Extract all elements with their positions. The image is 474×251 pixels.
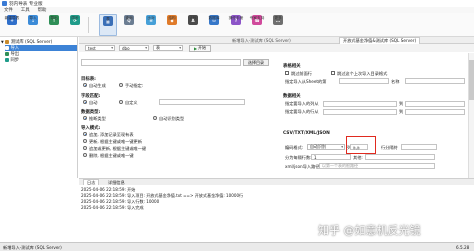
sync-button[interactable]: ⟳ 同步 — [66, 14, 84, 36]
import-button[interactable]: ↓ 导入 — [24, 14, 42, 36]
data-auto-radio[interactable] — [153, 116, 157, 120]
database-icon — [5, 40, 10, 44]
database-button[interactable]: ⛁ 数据库 — [205, 14, 223, 36]
field-mapping-select[interactable] — [159, 99, 245, 105]
chevron-down-icon: ▾ — [179, 46, 181, 50]
status-text: 新增导入-测试库 (SQL Server) — [3, 244, 62, 250]
mode-delete-radio[interactable] — [83, 153, 87, 157]
api-button[interactable]: A API — [184, 14, 202, 36]
source-file-field[interactable] — [81, 59, 241, 66]
chevron-down-icon: ▾ — [341, 145, 343, 149]
field-mapping-label: 字段匹配: — [81, 94, 101, 99]
app-logo-icon — [2, 1, 7, 6]
document-tabs: 新增导入-测试库 (SQL Server) 开放式基金净值&测试库 (SQL S… — [79, 37, 474, 44]
play-icon: ▶ — [193, 45, 198, 51]
import-mode-label: 导入模式: — [81, 126, 101, 131]
target-manual-radio[interactable] — [119, 83, 123, 87]
table-combo[interactable]: 表 ▾ — [153, 45, 183, 51]
column-from-field[interactable] — [323, 100, 397, 107]
expert-support-button[interactable]: ☎ 专家支持 — [248, 14, 266, 36]
data-range-title: 数据相关 — [283, 94, 301, 99]
connection-tree-panel: ▼ 测试库 (SQL Server) 导入 导出 同步 — [0, 37, 78, 178]
data-type-label: 数据类型: — [81, 110, 101, 115]
structure-button[interactable]: ◆ 结构 — [163, 14, 181, 36]
sheet-name-field[interactable] — [405, 78, 465, 84]
column-to-field[interactable] — [405, 100, 465, 107]
watermark: 知乎 @如意机反光镜 — [318, 224, 421, 237]
csv-section-title: CSV/TXT/XML/JSON — [283, 131, 330, 136]
table-options-title: 表格相关 — [283, 64, 301, 69]
schema-combo[interactable]: dbo ▾ — [119, 45, 149, 51]
encoding-select[interactable]: 自动识别 ▾ — [307, 144, 345, 150]
table-button[interactable]: ▦ 表 — [99, 14, 117, 36]
window-title: 羽内导表 专业版 — [9, 1, 43, 7]
log-line: 2025-04-06 22:18:59: 导入完成 — [81, 205, 144, 210]
tab-new-import[interactable]: 新增导入-测试库 (SQL Server) — [229, 37, 294, 44]
data-infer-radio[interactable] — [83, 116, 87, 120]
xml-json-path-field[interactable]: 以第一个表的根路径 — [319, 163, 435, 169]
new-import-button[interactable]: + 新建导表 — [3, 14, 21, 36]
start-button[interactable]: ▶ 开始 — [189, 44, 211, 52]
remember-format-checkbox[interactable] — [331, 71, 335, 75]
select-directory-button[interactable]: 选择目录 — [243, 59, 269, 66]
tree-item-sync[interactable]: 同步 — [5, 57, 77, 63]
query-button[interactable]: Q 查询 — [120, 14, 138, 36]
field-custom-radio[interactable] — [119, 100, 123, 104]
tab-fund-nav[interactable]: 开放式基金净值&测试库 (SQL Server) — [339, 37, 421, 44]
row-delimiter-field[interactable] — [401, 144, 437, 150]
target-table-label: 目标表: — [81, 77, 96, 82]
field-auto-radio[interactable] — [83, 100, 87, 104]
mode-append-radio[interactable] — [83, 132, 87, 136]
toolbar: + 新建导表 ↓ 导入 ↑ 导出 ⟳ 同步 ▦ 表 Q 查询 ≡ 比对 ◆ 结构… — [0, 13, 474, 37]
export-icon — [5, 52, 9, 56]
chevron-down-icon: ▾ — [111, 46, 113, 50]
row-to-field[interactable] — [405, 108, 465, 115]
expand-icon: ▼ — [1, 40, 4, 44]
mode-replace-radio[interactable] — [83, 139, 87, 143]
log-tabs: 日志 详细信息 — [79, 178, 474, 186]
toolbar-separator — [88, 17, 89, 33]
compare-button[interactable]: ≡ 比对 — [142, 14, 160, 36]
header-row-field[interactable]: 1 — [311, 154, 351, 160]
target-auto-radio[interactable] — [83, 83, 87, 87]
scrollbar-thumb[interactable] — [468, 60, 474, 100]
more-button[interactable]: … 更多 — [269, 14, 287, 36]
skip-rows-checkbox[interactable] — [285, 71, 289, 75]
highlight-box — [346, 136, 376, 154]
export-button[interactable]: ↑ 导出 — [45, 14, 63, 36]
selector-row: test ▾ dbo ▾ 表 ▾ ▶ 开始 — [79, 44, 474, 52]
manual-button[interactable]: ? 操作手册 — [227, 14, 245, 36]
sync-icon — [5, 58, 9, 62]
source-combo[interactable]: test ▾ — [85, 45, 115, 51]
other-field[interactable] — [365, 154, 435, 160]
mode-merge-radio[interactable] — [83, 146, 87, 150]
sheet-index-field[interactable] — [339, 78, 389, 84]
version-label: 6.5.28 — [456, 244, 470, 250]
status-bar: 新增导入-测试库 (SQL Server) 6.5.28 — [0, 242, 474, 251]
row-from-field[interactable] — [323, 108, 397, 115]
chevron-down-icon: ▾ — [145, 46, 147, 50]
title-bar — [0, 0, 474, 7]
import-icon — [5, 46, 9, 50]
import-options-form: 选择目录 目标表: 自动生成 手动指定: 字段匹配: 自动 自定义 数据类型: … — [79, 53, 474, 178]
